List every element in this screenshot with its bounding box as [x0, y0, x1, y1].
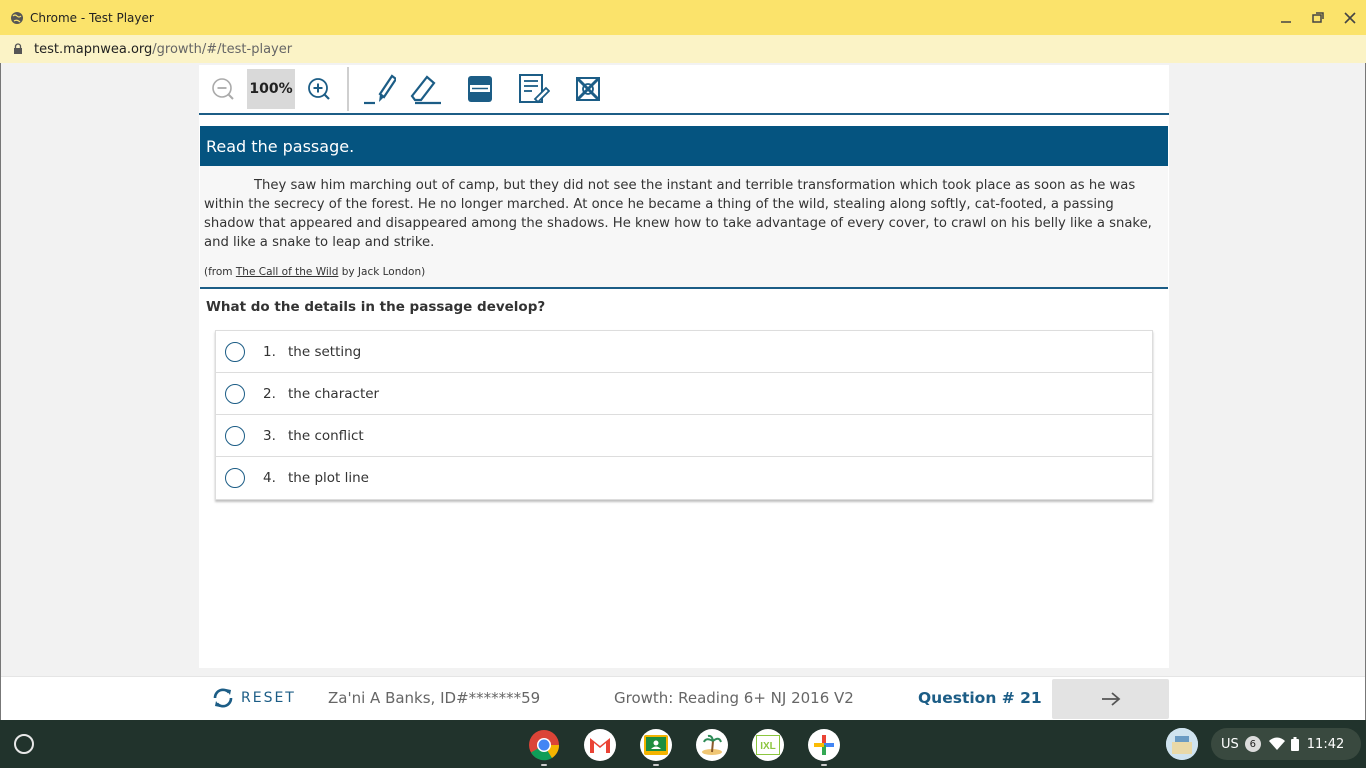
test-name: Growth: Reading 6+ NJ 2016 V2	[614, 689, 854, 707]
radio-button[interactable]	[225, 383, 245, 404]
window-titlebar: Chrome - Test Player	[0, 0, 1366, 35]
tools-toolbar: 100%	[199, 65, 1169, 115]
notepad-icon	[519, 74, 550, 104]
gmail-app[interactable]	[584, 729, 616, 761]
toolbar-separator	[347, 67, 349, 111]
add-app[interactable]	[808, 729, 840, 761]
answer-choice-3[interactable]: 3. the conflict	[216, 415, 1152, 457]
highlighter-button[interactable]	[359, 69, 399, 109]
classroom-icon	[644, 735, 668, 755]
radio-button[interactable]	[225, 468, 245, 488]
choice-text: the setting	[288, 343, 362, 360]
lock-icon	[14, 43, 22, 54]
island-app[interactable]	[696, 729, 728, 761]
eraser-icon	[410, 75, 441, 105]
zoom-out-button[interactable]	[199, 69, 247, 109]
book-title: The Call of the Wild	[235, 266, 339, 278]
passage-text: They saw him marching out of camp, but t…	[204, 178, 1152, 250]
reset-button[interactable]: RESET	[211, 686, 296, 710]
eraser-button[interactable]	[399, 69, 453, 109]
notepad-button[interactable]	[507, 69, 561, 109]
clock: 11:42	[1306, 736, 1345, 752]
close-icon	[1344, 11, 1356, 24]
globe-icon	[11, 11, 23, 24]
content-frame: 100% Read the passage. They saw him marc…	[0, 63, 1366, 720]
refresh-icon	[213, 688, 233, 708]
passage-body: They saw him marching out of camp, but t…	[200, 166, 1168, 289]
running-indicator	[541, 764, 547, 766]
wifi-icon	[1268, 737, 1285, 750]
arrow-right-icon	[1101, 692, 1120, 706]
zoom-out-icon	[212, 78, 234, 100]
input-language: US	[1221, 736, 1239, 752]
passage-citation: (from The Call of the Wild by Jack Londo…	[204, 266, 426, 278]
address-bar[interactable]: test.mapnwea.org/growth/#/test-player	[0, 35, 1366, 63]
notification-count: 6	[1244, 736, 1261, 752]
answer-choice-4[interactable]: 4. the plot line	[216, 457, 1152, 499]
next-button[interactable]	[1052, 679, 1169, 719]
zoom-in-button[interactable]	[295, 69, 343, 109]
question-prompt: What do the details in the passage devel…	[206, 299, 546, 315]
chrome-icon	[529, 730, 560, 761]
ixl-icon: IXL	[756, 735, 780, 755]
close-window-button[interactable]	[1334, 0, 1366, 35]
window-title: Chrome - Test Player	[30, 10, 154, 25]
question-number: Question # 21	[918, 689, 1042, 707]
restore-button[interactable]	[1302, 0, 1334, 35]
gmail-icon	[590, 738, 610, 753]
answer-eliminator-icon	[575, 76, 601, 102]
running-indicator	[821, 764, 827, 766]
minimize-button[interactable]	[1270, 0, 1302, 35]
zoom-in-icon	[308, 78, 330, 100]
ixl-app[interactable]: IXL	[752, 729, 784, 761]
test-footer: RESET Za'ni A Banks, ID#*******59 Growth…	[1, 676, 1365, 720]
classroom-app[interactable]	[640, 729, 672, 761]
url-text: test.mapnwea.org/growth/#/test-player	[34, 41, 293, 57]
minimize-icon	[1281, 20, 1291, 23]
answer-choice-1[interactable]: 1. the setting	[216, 331, 1152, 373]
svg-text:IXL: IXL	[760, 741, 776, 752]
avatar-icon	[1166, 728, 1198, 760]
avatar[interactable]	[1166, 728, 1198, 760]
running-indicator	[653, 764, 659, 766]
test-panel: 100% Read the passage. They saw him marc…	[199, 65, 1169, 668]
reset-label: RESET	[241, 690, 296, 706]
radio-button[interactable]	[225, 425, 245, 446]
chrome-app[interactable]	[528, 729, 560, 761]
battery-icon	[1290, 737, 1299, 751]
line-reader-button[interactable]	[453, 69, 507, 109]
launcher-button[interactable]	[14, 734, 34, 754]
os-shelf: IXL US 6 11:42	[0, 720, 1366, 768]
student-info: Za'ni A Banks, ID#*******59	[328, 689, 541, 707]
answer-choice-2[interactable]: 2. the character	[216, 373, 1152, 415]
choice-text: the conflict	[288, 427, 364, 444]
choice-text: the plot line	[288, 470, 369, 486]
add-app-icon	[814, 735, 834, 755]
restore-icon	[1312, 11, 1324, 23]
island-app-icon	[702, 734, 722, 755]
highlighter-icon	[364, 74, 396, 105]
passage-header: Read the passage.	[200, 126, 1168, 166]
answer-choices: 1. the setting 2. the character 3. the c…	[215, 330, 1153, 500]
radio-button[interactable]	[225, 341, 245, 362]
system-tray[interactable]: US 6 11:42	[1211, 728, 1361, 760]
line-reader-icon	[468, 76, 492, 102]
zoom-level: 100%	[247, 69, 295, 109]
answer-eliminator-button[interactable]	[561, 69, 615, 109]
choice-text: the character	[288, 385, 380, 402]
